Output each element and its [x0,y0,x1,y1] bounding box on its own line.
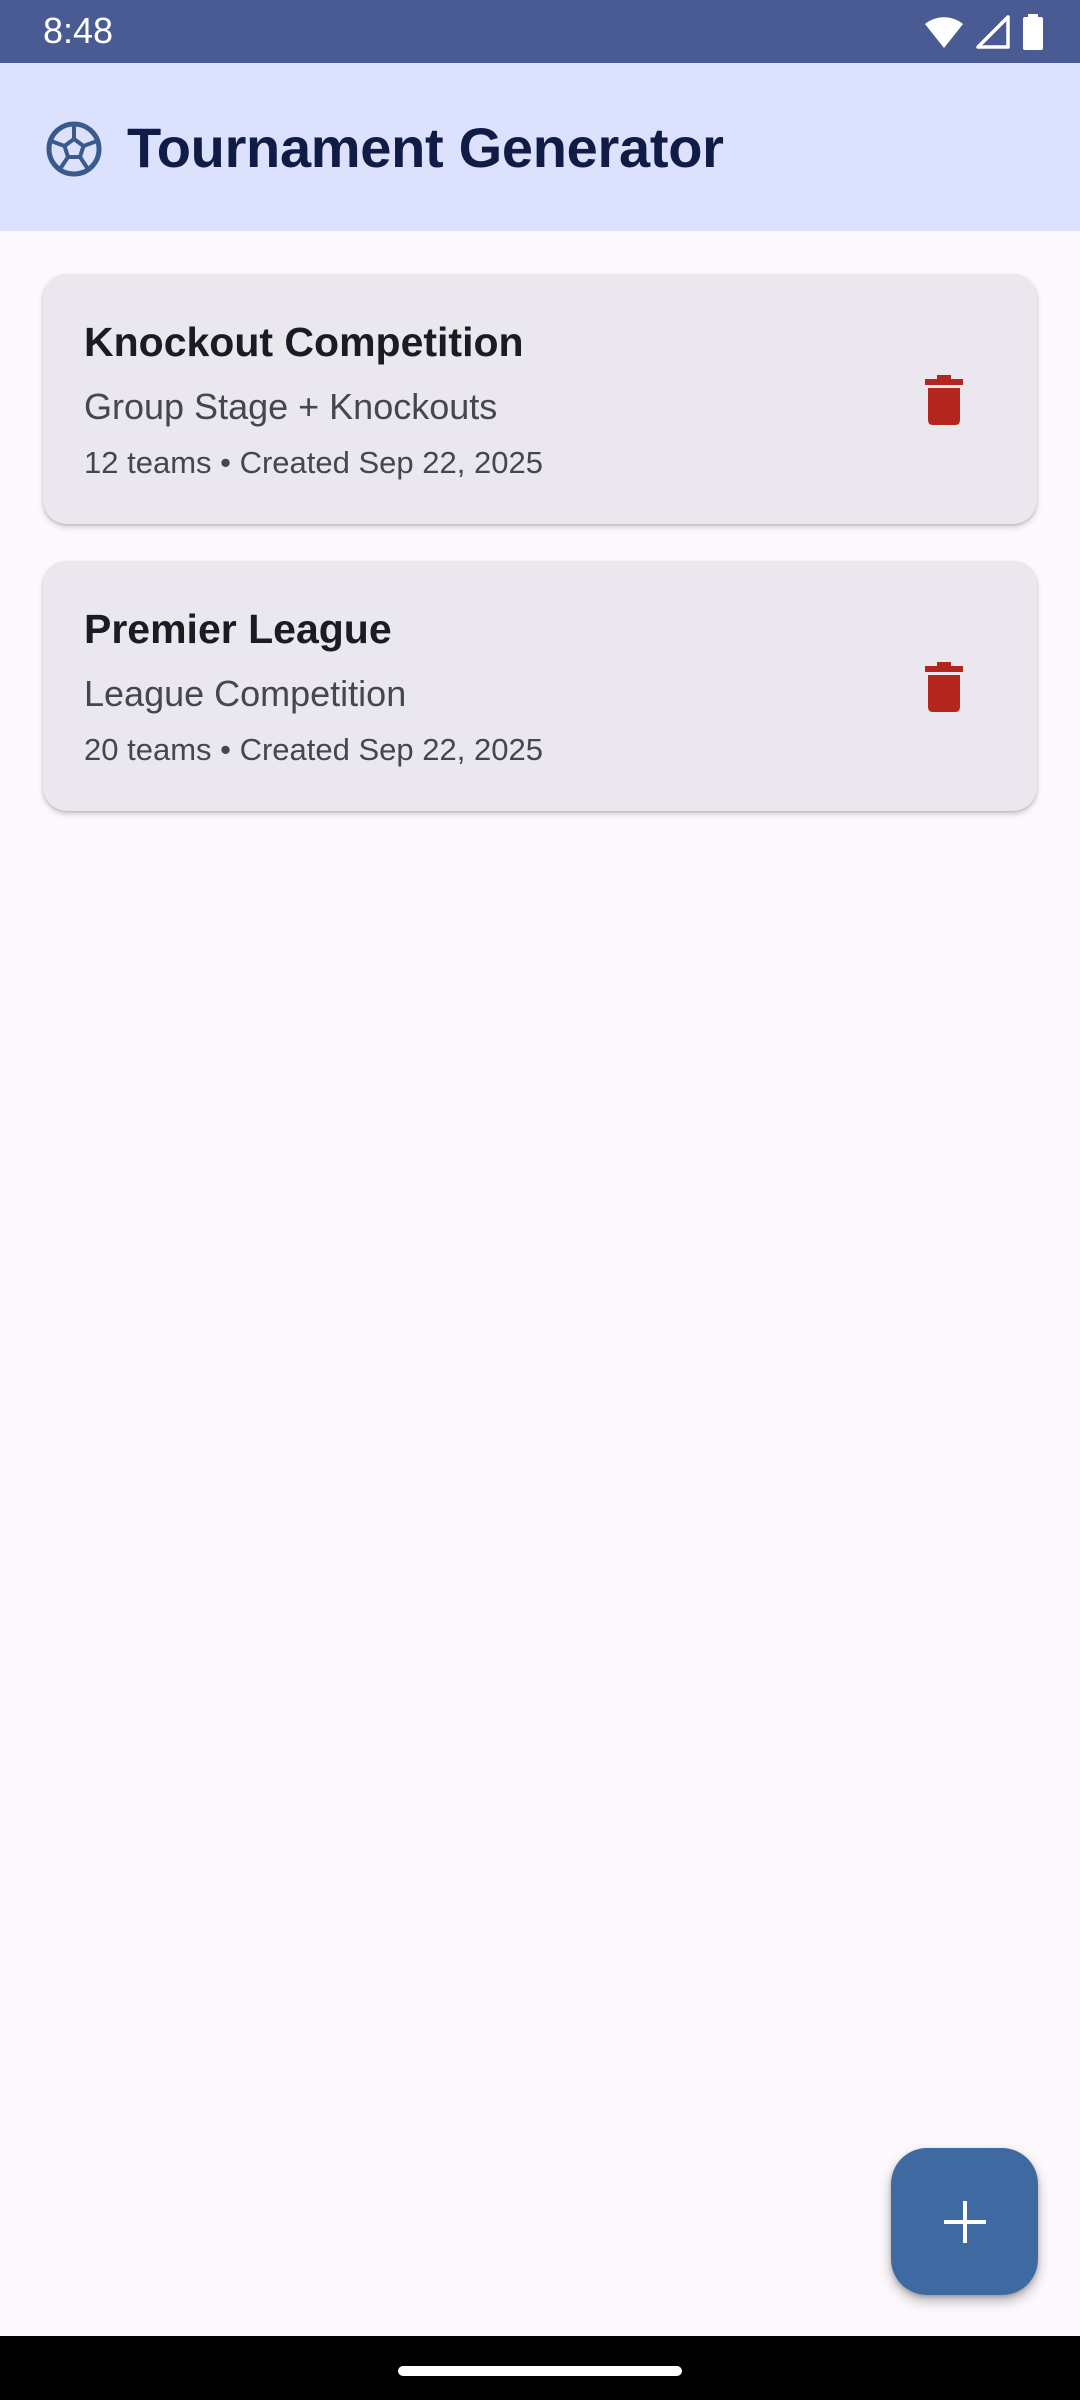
home-gesture-handle[interactable] [398,2366,682,2376]
tournament-name: Knockout Competition [84,319,524,365]
tournament-name: Premier League [84,606,392,652]
tournament-card[interactable]: Knockout Competition Group Stage + Knock… [43,274,1037,524]
delete-button[interactable] [899,355,989,445]
delete-button[interactable] [899,642,989,732]
status-icons [924,12,1044,52]
status-time: 8:48 [43,10,114,51]
tournament-format: League Competition [84,673,407,714]
soccer-ball-icon [45,120,103,178]
add-tournament-button[interactable] [891,2148,1038,2295]
trash-icon [925,375,963,425]
screen: 8:48 Tournament Generator Knockout Compe… [0,0,1080,2400]
app-bar: Tournament Generator [0,63,1080,231]
tournament-meta: 12 teams • Created Sep 22, 2025 [84,445,543,480]
tournament-meta: 20 teams • Created Sep 22, 2025 [84,732,543,767]
page-title: Tournament Generator [127,116,724,179]
tournament-card[interactable]: Premier League League Competition 20 tea… [43,561,1037,811]
trash-icon [925,662,963,712]
wifi-icon [924,15,964,49]
status-bar: 8:48 [0,0,1080,63]
battery-icon [1022,14,1044,50]
tournament-format: Group Stage + Knockouts [84,386,498,427]
navigation-bar [0,2336,1080,2400]
signal-icon [976,15,1010,49]
plus-icon [943,2200,986,2243]
